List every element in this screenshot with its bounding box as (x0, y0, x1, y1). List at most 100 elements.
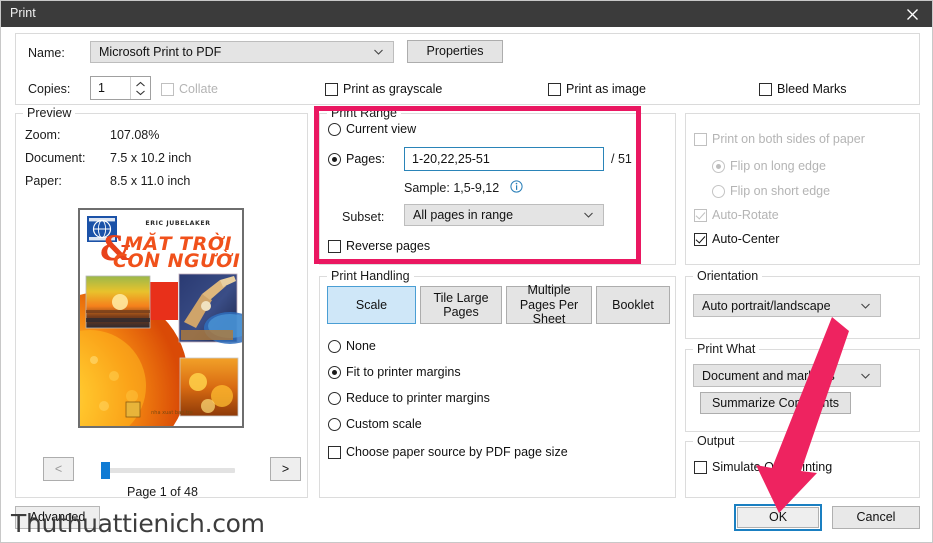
print-both-sides-label: Print on both sides of paper (712, 132, 865, 146)
info-icon[interactable] (510, 180, 523, 198)
site-watermark: Thuthuattienich.com (11, 509, 265, 538)
scale-none-radio[interactable]: None (328, 339, 376, 353)
page-status-label: Page 1 of 48 (127, 485, 198, 499)
reverse-pages-checkbox[interactable]: Reverse pages (328, 239, 430, 253)
pages-radio[interactable]: Pages: (328, 152, 385, 166)
bleed-marks-label: Bleed Marks (777, 82, 847, 96)
copies-stepper[interactable]: 1 (90, 76, 151, 100)
svg-text:nha xuat ban tre: nha xuat ban tre (151, 410, 193, 416)
checkbox-box (548, 82, 561, 96)
document-label: Document: (25, 151, 86, 165)
sample-hint-label: Sample: 1,5-9,12 (404, 181, 500, 195)
bleed-marks-checkbox[interactable]: Bleed Marks (759, 82, 846, 96)
properties-button[interactable]: Properties (407, 40, 503, 63)
printer-name-select[interactable]: Microsoft Print to PDF (90, 41, 394, 63)
duplex-group: Print on both sides of paper Flip on lon… (685, 113, 920, 265)
print-as-grayscale-checkbox[interactable]: Print as grayscale (325, 82, 442, 96)
preview-group-title: Preview (23, 106, 76, 120)
next-page-button[interactable]: > (270, 457, 301, 481)
chevron-down-icon (860, 370, 871, 381)
simulate-overprinting-label: Simulate Overprinting (712, 460, 833, 474)
close-icon[interactable] (890, 1, 932, 27)
fit-to-printer-margins-radio[interactable]: Fit to printer margins (328, 365, 461, 379)
orientation-group-title: Orientation (693, 269, 763, 283)
multiple-pages-per-sheet-tab[interactable]: Multiple Pages Per Sheet (506, 283, 592, 327)
tile-large-pages-label: Tile Large Pages (433, 290, 489, 319)
paper-value: 8.5 x 11.0 inch (110, 174, 191, 188)
copies-label: Copies: (28, 82, 71, 96)
current-view-label: Current view (346, 122, 417, 136)
radio-circle (328, 339, 341, 353)
printer-name-value: Microsoft Print to PDF (99, 45, 222, 59)
reverse-pages-label: Reverse pages (346, 239, 431, 253)
orientation-select[interactable]: Auto portrait/landscape (693, 294, 881, 317)
choose-paper-source-label: Choose paper source by PDF page size (346, 445, 568, 459)
print-dialog: Print Name: Microsoft Print to PDF Prope… (0, 0, 933, 543)
print-what-value: Document and markups (702, 368, 835, 383)
cancel-button[interactable]: Cancel (832, 506, 920, 529)
flip-short-edge-radio: Flip on short edge (712, 184, 830, 198)
reduce-to-printer-margins-radio[interactable]: Reduce to printer margins (328, 391, 490, 405)
booklet-tab[interactable]: Booklet (596, 286, 670, 324)
page-slider-track[interactable] (103, 468, 235, 473)
custom-scale-label: Custom scale (346, 417, 422, 431)
zoom-label: Zoom: (25, 128, 61, 142)
orientation-group: Orientation Auto portrait/landscape (685, 269, 920, 339)
print-what-select[interactable]: Document and markups (693, 364, 881, 387)
svg-text:CON NGƯỜI: CON NGƯỜI (113, 248, 240, 272)
svg-text:ERIC JUBELAKER: ERIC JUBELAKER (145, 220, 210, 227)
print-what-group: Print What Document and markups Summariz… (685, 342, 920, 432)
collate-label: Collate (179, 82, 218, 96)
page-preview-thumbnail: ERIC JUBELAKER & MẶT TRỜI CON NGƯỜI nha … (78, 208, 244, 428)
print-as-grayscale-label: Print as grayscale (343, 82, 443, 96)
zoom-value: 107.08% (110, 128, 160, 142)
print-what-group-title: Print What (693, 342, 760, 356)
fit-to-printer-margins-label: Fit to printer margins (346, 365, 461, 379)
pages-range-input[interactable]: 1-20,22,25-51 (404, 147, 604, 171)
tile-large-pages-tab[interactable]: Tile Large Pages (420, 286, 502, 324)
print-handling-group: Print Handling Scale Tile Large Pages Mu… (319, 269, 676, 498)
total-pages-label: / 51 (611, 152, 632, 166)
checkbox-box (759, 82, 772, 96)
current-view-radio[interactable]: Current view (328, 122, 416, 136)
radio-circle (712, 159, 725, 173)
page-slider-thumb[interactable] (101, 462, 110, 479)
subset-label: Subset: (342, 210, 385, 224)
checkbox-box (325, 82, 338, 96)
print-as-image-checkbox[interactable]: Print as image (548, 82, 646, 96)
output-group-title: Output (693, 434, 739, 448)
copies-spin-arrows[interactable] (130, 77, 150, 99)
choose-paper-source-checkbox[interactable]: Choose paper source by PDF page size (328, 445, 568, 459)
dialog-body: Name: Microsoft Print to PDF Properties … (1, 27, 932, 542)
scale-none-label: None (346, 339, 376, 353)
multiple-pages-label: Multiple Pages Per Sheet (519, 283, 579, 327)
chevron-down-icon (583, 210, 594, 221)
ok-button[interactable]: OK (737, 507, 819, 528)
chevron-down-icon (373, 47, 384, 58)
summarize-comments-button[interactable]: Summarize Comments (700, 392, 851, 414)
auto-rotate-checkbox: Auto-Rotate (694, 208, 779, 222)
collate-checkbox: Collate (161, 82, 218, 96)
auto-center-checkbox[interactable]: Auto-Center (694, 232, 779, 246)
radio-circle (328, 122, 341, 136)
checkbox-box (328, 239, 341, 253)
previous-page-button[interactable]: < (43, 457, 74, 481)
checkbox-box (694, 232, 707, 246)
subset-value: All pages in range (413, 208, 514, 222)
scale-tab[interactable]: Scale (327, 286, 416, 324)
window-title-bar: Print (1, 1, 932, 27)
radio-circle (712, 184, 725, 198)
simulate-overprinting-checkbox[interactable]: Simulate Overprinting (694, 460, 832, 474)
radio-circle (328, 391, 341, 405)
document-value: 7.5 x 10.2 inch (110, 151, 192, 165)
chevron-down-icon (860, 300, 871, 311)
checkbox-box (328, 445, 341, 459)
printer-panel: Name: Microsoft Print to PDF Properties … (15, 33, 920, 105)
paper-label: Paper: (25, 174, 62, 188)
subset-select[interactable]: All pages in range (404, 204, 604, 226)
ok-button-focus-ring: OK (734, 504, 822, 531)
print-handling-group-title: Print Handling (327, 269, 414, 283)
flip-short-edge-label: Flip on short edge (730, 184, 831, 198)
checkbox-box (694, 208, 707, 222)
custom-scale-radio[interactable]: Custom scale (328, 417, 422, 431)
